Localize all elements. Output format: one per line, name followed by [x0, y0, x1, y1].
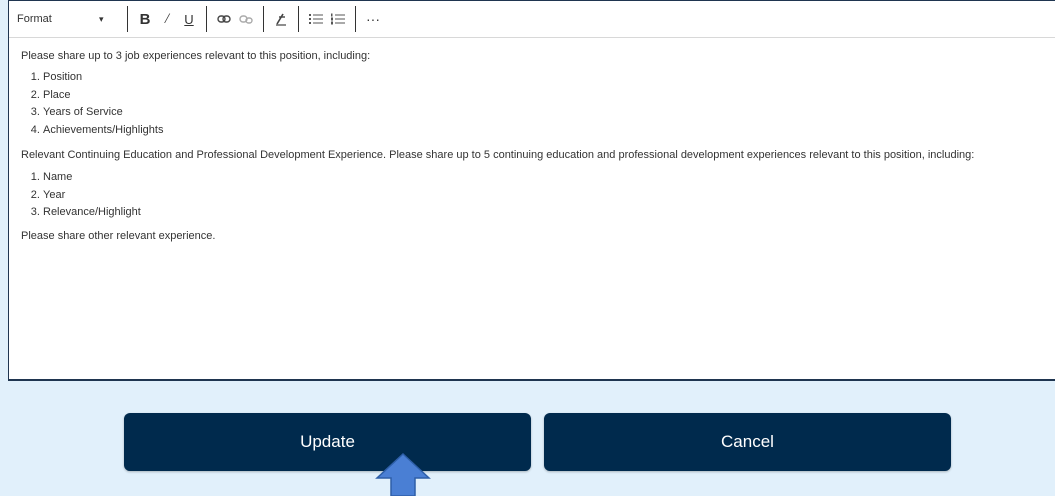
more-options-icon[interactable]: ··· — [362, 8, 384, 30]
pointer-arrow-icon — [375, 452, 431, 496]
format-dropdown-label: Format — [17, 13, 52, 25]
numbered-list-icon[interactable] — [327, 8, 349, 30]
list-item: Year — [43, 187, 1055, 205]
list-item: Name — [43, 169, 1055, 187]
clear-formatting-icon[interactable] — [270, 8, 292, 30]
toolbar-divider — [206, 6, 207, 32]
underline-button[interactable]: U — [178, 8, 200, 30]
bulleted-list-icon[interactable] — [305, 8, 327, 30]
list-item: Place — [43, 87, 1055, 105]
list-item: Position — [43, 69, 1055, 87]
format-dropdown[interactable]: Format ▾ — [17, 13, 121, 25]
rich-text-editor: Format ▾ B / U ··· Please share up to 3 … — [8, 0, 1055, 381]
other-text: Please share other relevant experience. — [21, 229, 216, 242]
toolbar-divider — [263, 6, 264, 32]
unlink-icon[interactable] — [235, 8, 257, 30]
toolbar-divider — [127, 6, 128, 32]
list-item: Relevance/Highlight — [43, 204, 1055, 222]
list-item: Achievements/Highlights — [43, 122, 1055, 140]
list-item: Years of Service — [43, 104, 1055, 122]
chevron-down-icon: ▾ — [99, 13, 104, 24]
editor-content[interactable]: Please share up to 3 job experiences rel… — [9, 38, 1055, 245]
job-items-list: Position Place Years of Service Achievem… — [21, 69, 1055, 139]
toolbar-divider — [355, 6, 356, 32]
cancel-button[interactable]: Cancel — [544, 413, 951, 471]
update-button[interactable]: Update — [124, 413, 531, 471]
intro-text: Please share up to 3 job experiences rel… — [21, 50, 371, 62]
education-text: Relevant Continuing Education and Profes… — [21, 149, 975, 161]
education-items-list: Name Year Relevance/Highlight — [21, 169, 1055, 222]
toolbar-divider — [298, 6, 299, 32]
editor-toolbar: Format ▾ B / U ··· — [9, 1, 1055, 38]
italic-button[interactable]: / — [156, 8, 178, 30]
link-icon[interactable] — [213, 8, 235, 30]
bold-button[interactable]: B — [134, 8, 156, 30]
